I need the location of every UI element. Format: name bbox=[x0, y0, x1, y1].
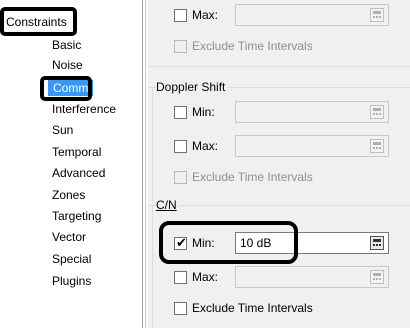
doppler-group-frame-left bbox=[152, 87, 153, 202]
doppler-max-checkbox[interactable] bbox=[174, 140, 187, 153]
tree-item-temporal[interactable]: Temporal bbox=[50, 144, 103, 160]
tree-item-advanced[interactable]: Advanced bbox=[50, 165, 107, 181]
doppler-exclude-label: Exclude Time Intervals bbox=[192, 170, 313, 184]
units-calculator-icon bbox=[370, 105, 384, 119]
doppler-exclude-checkbox[interactable] bbox=[174, 171, 187, 184]
tree-item-special[interactable]: Special bbox=[50, 251, 93, 267]
constraints-tree: Constraints Basic Noise Comm Interferenc… bbox=[0, 0, 142, 328]
units-calculator-icon bbox=[370, 8, 384, 22]
cn-exclude-checkbox[interactable] bbox=[174, 302, 187, 315]
cn-min-value: 10 dB bbox=[240, 236, 272, 250]
cn-exclude-label: Exclude Time Intervals bbox=[192, 301, 313, 315]
tree-item-basic[interactable]: Basic bbox=[50, 37, 83, 53]
cn-max-field bbox=[235, 266, 389, 288]
group-divider bbox=[148, 66, 410, 67]
tree-item-interference[interactable]: Interference bbox=[50, 101, 118, 117]
tree-item-constraints[interactable]: Constraints bbox=[4, 14, 69, 30]
tree-item-comm[interactable]: Comm bbox=[48, 80, 94, 96]
cn-group-frame bbox=[148, 205, 410, 206]
cn-max-label: Max: bbox=[192, 270, 219, 284]
tree-item-sun[interactable]: Sun bbox=[50, 122, 75, 138]
top-max-field bbox=[235, 4, 389, 26]
doppler-max-field bbox=[235, 135, 389, 157]
splitter-line-inner bbox=[145, 0, 146, 328]
splitter-line bbox=[142, 0, 143, 328]
doppler-group-title: Doppler Shift bbox=[156, 80, 228, 95]
cn-min-checkbox[interactable]: ✔ bbox=[174, 235, 187, 250]
units-calculator-icon[interactable] bbox=[370, 236, 384, 250]
tree-item-plugins[interactable]: Plugins bbox=[50, 273, 93, 289]
comm-constraints-panel: Max: Exclude Time Intervals Doppler Shif… bbox=[148, 0, 410, 328]
top-max-checkbox[interactable] bbox=[174, 9, 187, 22]
tree-item-targeting[interactable]: Targeting bbox=[50, 208, 103, 224]
units-calculator-icon bbox=[370, 139, 384, 153]
top-exclude-checkbox[interactable] bbox=[174, 40, 187, 53]
tree-item-zones[interactable]: Zones bbox=[50, 187, 87, 203]
top-max-label: Max: bbox=[192, 8, 219, 22]
doppler-min-label: Min: bbox=[192, 105, 215, 119]
check-icon: ✔ bbox=[176, 235, 187, 250]
cn-group-title: C/N bbox=[156, 198, 179, 213]
tree-item-vector[interactable]: Vector bbox=[50, 229, 88, 245]
doppler-min-checkbox[interactable] bbox=[174, 106, 187, 119]
doppler-max-label: Max: bbox=[192, 139, 219, 153]
top-exclude-label: Exclude Time Intervals bbox=[192, 39, 313, 53]
cn-min-field[interactable]: 10 dB bbox=[235, 232, 389, 254]
tree-item-noise[interactable]: Noise bbox=[50, 57, 85, 73]
cn-max-checkbox[interactable] bbox=[174, 271, 187, 284]
cn-min-label: Min: bbox=[192, 236, 215, 250]
cn-group-frame-left bbox=[152, 205, 153, 328]
doppler-min-field bbox=[235, 101, 389, 123]
units-calculator-icon bbox=[370, 270, 384, 284]
